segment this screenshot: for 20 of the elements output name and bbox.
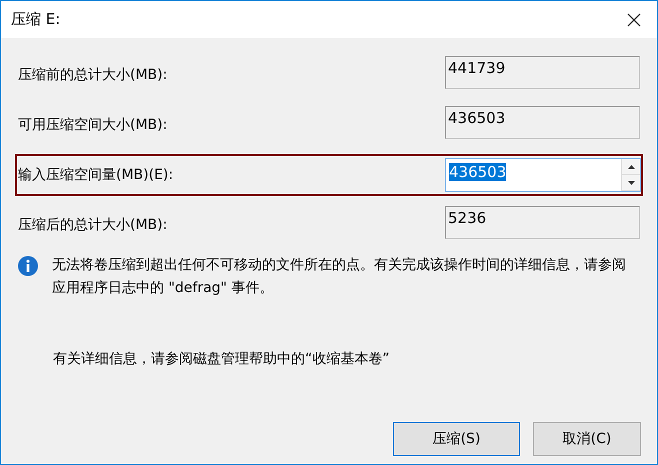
selected-value: 436503 bbox=[449, 163, 506, 181]
spin-up-button[interactable] bbox=[622, 159, 640, 175]
info-message: 无法将卷压缩到超出任何不可移动的文件所在的点。有关完成该操作时间的详细信息，请参阅应用程序日志中的 "defrag" 事件。 bbox=[52, 256, 627, 298]
up-arrow-icon bbox=[628, 164, 634, 168]
dialog-button[interactable]: 取消(C) bbox=[533, 422, 641, 456]
readonly-field: 436503 bbox=[445, 106, 640, 139]
readonly-field: 5236 bbox=[445, 206, 640, 239]
window-title: 压缩 E: bbox=[11, 10, 60, 29]
info-icon bbox=[18, 256, 38, 276]
spin-field[interactable]: 436503 bbox=[445, 158, 641, 192]
field-label: 压缩后的总计大小(MB): bbox=[17, 216, 168, 234]
help-text: 有关详细信息，请参阅磁盘管理帮助中的“收缩基本卷” bbox=[52, 350, 391, 368]
down-arrow-icon bbox=[628, 180, 634, 184]
spin-down-button[interactable] bbox=[622, 175, 640, 191]
dialog-button[interactable]: 压缩(S) bbox=[393, 422, 520, 456]
close-icon bbox=[627, 12, 641, 26]
field-label: 输入压缩空间量(MB)(E): bbox=[17, 166, 174, 184]
readonly-field: 441739 bbox=[445, 56, 640, 89]
field-label: 可用压缩空间大小(MB): bbox=[17, 116, 168, 134]
field-label: 压缩前的总计大小(MB): bbox=[17, 66, 168, 84]
